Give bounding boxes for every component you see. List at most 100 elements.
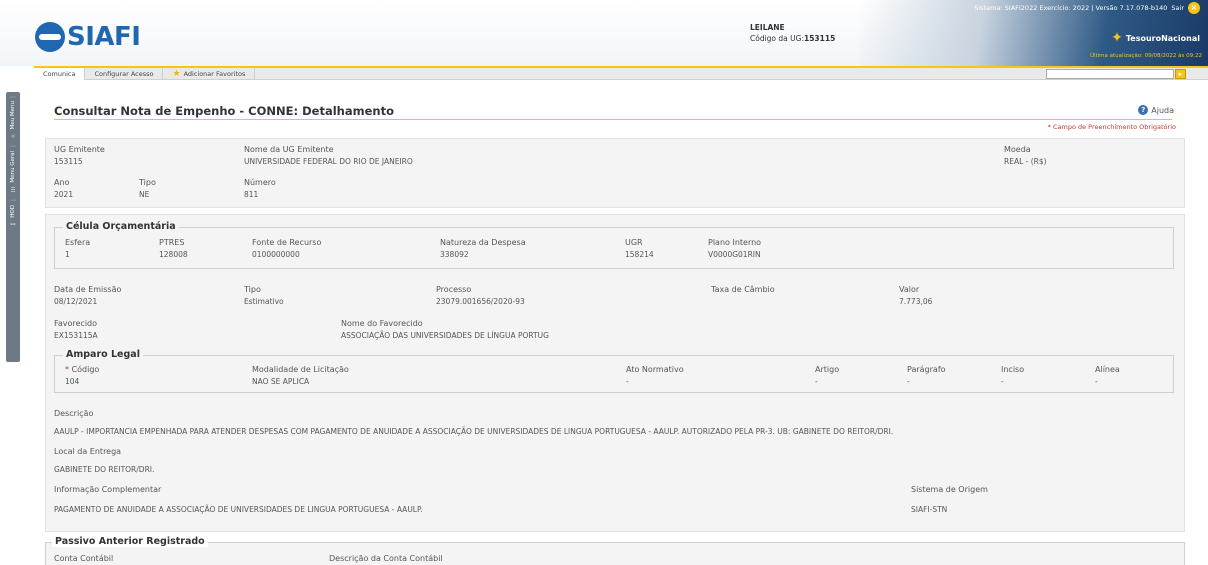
siafi-logo: SIAFI — [35, 22, 141, 52]
logout-button[interactable]: Sair — [1171, 4, 1184, 12]
favorecido-label: Favorecido — [54, 319, 98, 328]
tree-icon: ☰ — [10, 186, 16, 193]
help-link[interactable]: ? Ajuda — [1138, 105, 1174, 115]
alinea-value: - — [1095, 377, 1098, 386]
modalidade-value: NAO SE APLICA — [252, 377, 310, 386]
taxa-cambio-label: Taxa de Câmbio — [711, 285, 775, 294]
tesouro-star-icon: ✦ — [1111, 30, 1123, 46]
user-name: LEILANE — [750, 23, 785, 32]
side-tab-meu-menu[interactable]: ☆ Meu Menu — [10, 96, 16, 143]
ato-normativo-label: Ato Normativo — [626, 365, 684, 374]
ato-normativo-value: - — [626, 377, 629, 386]
logout-icon[interactable]: × — [1188, 2, 1200, 14]
header-panel: UG Emitente 153115 Nome da UG Emitente U… — [45, 138, 1185, 208]
menu-bar: Comunica Configurar Acesso ★ Adicionar Fa… — [34, 66, 1208, 80]
descricao-value: AAULP - IMPORTANCIA EMPENHADA PARA ATEND… — [54, 427, 894, 436]
help-icon: ? — [1138, 105, 1149, 115]
data-emissao-label: Data de Emissão — [54, 285, 122, 294]
menu-item-comunica[interactable]: Comunica — [34, 67, 86, 80]
artigo-label: Artigo — [815, 365, 840, 374]
main-content: Consultar Nota de Empenho - CONNE: Detal… — [44, 80, 1198, 565]
menu-item-label: Comunica — [43, 69, 76, 78]
plano-interno-label: Plano Interno — [708, 238, 762, 247]
app-header: SIAFI LEILANE Código da UG:153115 Sistem… — [0, 0, 1208, 66]
ug-code: Código da UG:153115 — [750, 33, 835, 44]
numero-label: Número — [244, 178, 276, 187]
side-tab-label: Meu Menu — [10, 101, 16, 130]
quick-search-button[interactable]: ▸ — [1175, 69, 1186, 79]
celula-orcamentaria-section: Célula Orçamentária Esfera 1 PTRES 12800… — [54, 221, 1174, 269]
ptres-value: 128008 — [159, 250, 188, 259]
informacao-complementar-value: PAGAMENTO DE ANUIDADE A ASSOCIAÇÃO DE UN… — [54, 505, 423, 514]
menu-item-adicionar-favoritos[interactable]: ★ Adicionar Favoritos — [163, 67, 256, 80]
nome-favorecido-label: Nome do Favorecido — [341, 319, 423, 328]
ug-code-label: Código da UG: — [750, 34, 804, 43]
sistema-origem-label: Sistema de Origem — [911, 485, 988, 494]
processo-label: Processo — [436, 285, 472, 294]
detail-panel: Célula Orçamentária Esfera 1 PTRES 12800… — [45, 214, 1185, 532]
amparo-legal-section: Amparo Legal * Código 104 Modalidade de … — [54, 349, 1174, 393]
valor-value: 7.773,06 — [899, 297, 933, 306]
local-entrega-label: Local da Entrega — [54, 447, 122, 456]
title-divider — [54, 119, 1172, 120]
numero-value: 811 — [244, 190, 259, 199]
ug-emitente-label: UG Emitente — [54, 145, 105, 154]
tesouro-text: TesouroNacional — [1125, 33, 1200, 43]
inciso-label: Inciso — [1001, 365, 1025, 374]
plano-interno-value: V0000G01RIN — [708, 250, 761, 259]
esfera-label: Esfera — [65, 238, 91, 247]
paragrafo-value: - — [907, 377, 910, 386]
favorecido-value: EX153115A — [54, 331, 98, 340]
valor-label: Valor — [899, 285, 920, 294]
amparo-legal-legend: Amparo Legal — [63, 349, 143, 360]
descricao-label: Descrição — [54, 409, 94, 418]
paragrafo-label: Parágrafo — [907, 365, 946, 374]
quick-search-input[interactable] — [1046, 69, 1174, 79]
codigo-label-text: Código — [71, 365, 100, 374]
passivo-anterior-section: Passivo Anterior Registrado Conta Contáb… — [45, 536, 1185, 565]
ptres-label: PTRES — [159, 238, 185, 247]
informacao-complementar-label: Informação Complementar — [54, 485, 162, 494]
nome-ug-value: UNIVERSIDADE FEDERAL DO RIO DE JANEIRO — [244, 157, 413, 166]
side-tab-hod[interactable]: ▭ HOD — [10, 200, 16, 231]
fonte-recurso-label: Fonte de Recurso — [252, 238, 322, 247]
codigo-value: 104 — [65, 377, 80, 386]
ug-code-value: 153115 — [803, 34, 836, 43]
help-label: Ajuda — [1151, 105, 1174, 115]
system-info-text: Sistema: SIAFI2022 Exercício: 2022 | Ver… — [974, 4, 1168, 12]
modalidade-label: Modalidade de Licitação — [252, 365, 349, 374]
user-info: LEILANE Código da UG:153115 — [750, 22, 835, 44]
ano-value: 2021 — [54, 190, 74, 199]
local-entrega-value: GABINETE DO REITOR/DRI. — [54, 465, 155, 474]
nome-favorecido-value: ASSOCIAÇÃO DAS UNIVERSIDADES DE LÍNGUA P… — [341, 331, 549, 340]
system-info: Sistema: SIAFI2022 Exercício: 2022 | Ver… — [974, 2, 1200, 14]
ugr-label: UGR — [625, 238, 643, 247]
ugr-value: 158214 — [625, 250, 654, 259]
menu-item-configurar-acesso[interactable]: Configurar Acesso — [85, 67, 164, 80]
codigo-label: * Código — [65, 365, 99, 374]
natureza-despesa-value: 338092 — [440, 250, 469, 259]
tipo-empenho-label: Tipo — [244, 285, 261, 294]
celula-orcamentaria-legend: Célula Orçamentária — [63, 221, 179, 232]
conta-contabil-label: Conta Contábil — [54, 554, 114, 563]
side-tab-menu-geral[interactable]: ☰ Menu Geral — [10, 146, 16, 197]
moeda-value: REAL - (R$) — [1004, 157, 1047, 166]
required-note: * Campo de Preenchimento Obrigatório — [1047, 123, 1176, 131]
descricao-conta-label: Descrição da Conta Contábil — [329, 554, 443, 563]
arrow-right-icon: ▸ — [1178, 70, 1183, 78]
alinea-label: Alínea — [1095, 365, 1120, 374]
fonte-recurso-value: 0100000000 — [252, 250, 300, 259]
passivo-anterior-legend: Passivo Anterior Registrado — [52, 536, 208, 547]
tesouro-nacional-logo: ✦ TesouroNacional — [1111, 30, 1200, 46]
nome-ug-label: Nome da UG Emitente — [244, 145, 334, 154]
menu-item-label: Configurar Acesso — [94, 69, 154, 78]
tipo-value: NE — [139, 190, 150, 199]
moeda-label: Moeda — [1004, 145, 1031, 154]
siafi-logo-icon — [35, 22, 65, 52]
sistema-origem-value: SIAFI-STN — [911, 505, 948, 514]
side-tabs: ☆ Meu Menu ☰ Menu Geral ▭ HOD — [6, 92, 20, 362]
page-title: Consultar Nota de Empenho - CONNE: Detal… — [54, 104, 394, 118]
esfera-value: 1 — [65, 250, 70, 259]
side-tab-label: Menu Geral — [10, 151, 16, 184]
inciso-value: - — [1001, 377, 1004, 386]
